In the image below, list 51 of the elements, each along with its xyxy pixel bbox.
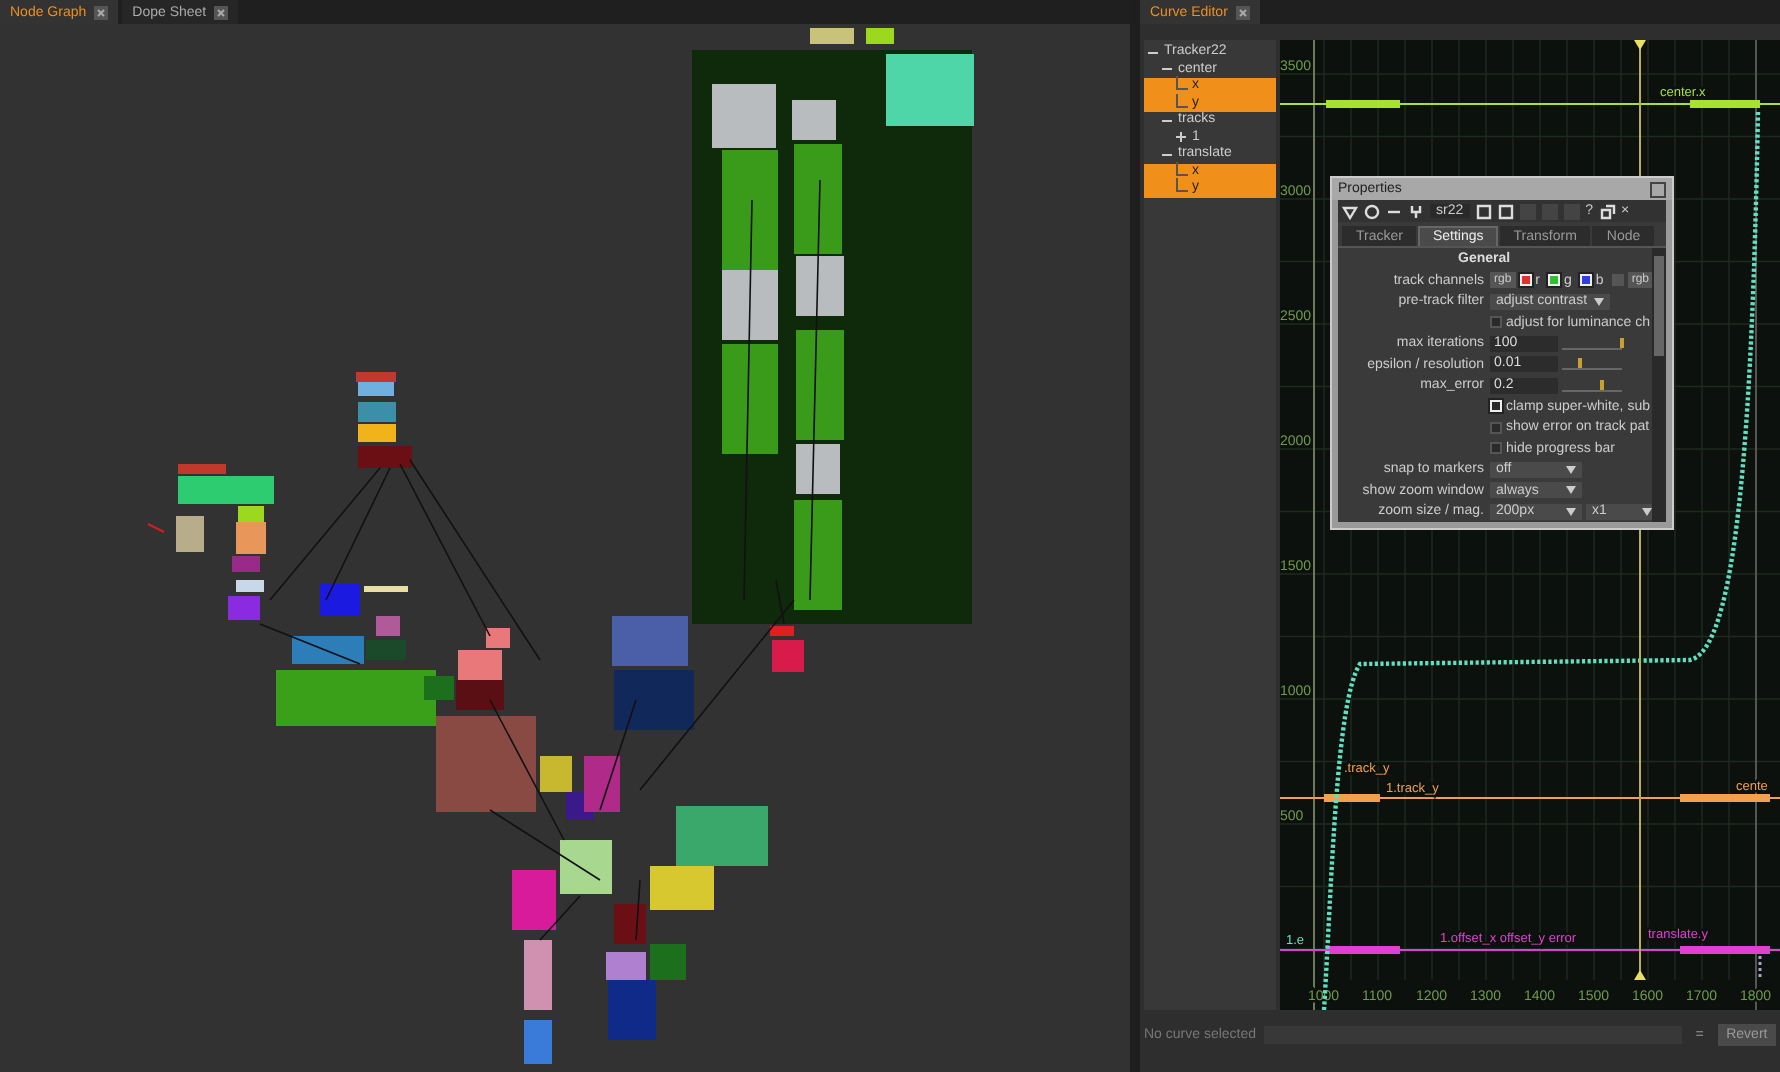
node [772,640,804,672]
swatch-icon[interactable] [1475,203,1492,219]
close-icon [214,5,229,19]
node [540,756,572,792]
node [358,402,396,422]
node [524,1020,552,1064]
checkbox[interactable] [1490,316,1502,329]
node [810,28,854,44]
node [364,586,408,592]
scrollbar-thumb[interactable] [1654,256,1664,356]
caret-icon [1566,507,1576,516]
close-icon [1235,5,1250,19]
node [524,940,552,1010]
connector-line [539,895,581,941]
swatch-icon[interactable] [1497,203,1514,219]
wrench-icon[interactable] [1408,203,1424,219]
node [886,54,974,126]
checkbox[interactable] [1490,442,1502,455]
node [794,500,842,610]
connector-line [259,623,361,665]
caret-icon [1566,486,1576,495]
caret-icon [1642,507,1652,516]
scrollbar[interactable] [1652,248,1666,522]
caret-icon [1593,297,1604,306]
node [614,904,646,944]
triangle-icon[interactable] [1342,203,1358,219]
node [320,584,360,616]
node [358,446,412,468]
close-icon [94,5,109,19]
connector-line [147,523,165,533]
caret-icon [1566,465,1576,474]
node [612,616,688,666]
node [792,100,836,140]
node [376,616,400,636]
node [560,840,612,894]
node [236,580,264,592]
node [770,626,794,636]
node [512,870,556,930]
checkbox[interactable] [1490,421,1502,434]
node [722,344,778,454]
close-button[interactable] [1650,181,1666,197]
node [796,330,844,440]
node [614,670,694,730]
node [358,424,396,442]
node [796,444,840,494]
node [228,596,260,620]
node [866,28,894,44]
node [176,516,204,552]
float-icon[interactable] [1599,203,1616,219]
connector-line [635,879,641,941]
checkbox[interactable] [1611,274,1624,287]
